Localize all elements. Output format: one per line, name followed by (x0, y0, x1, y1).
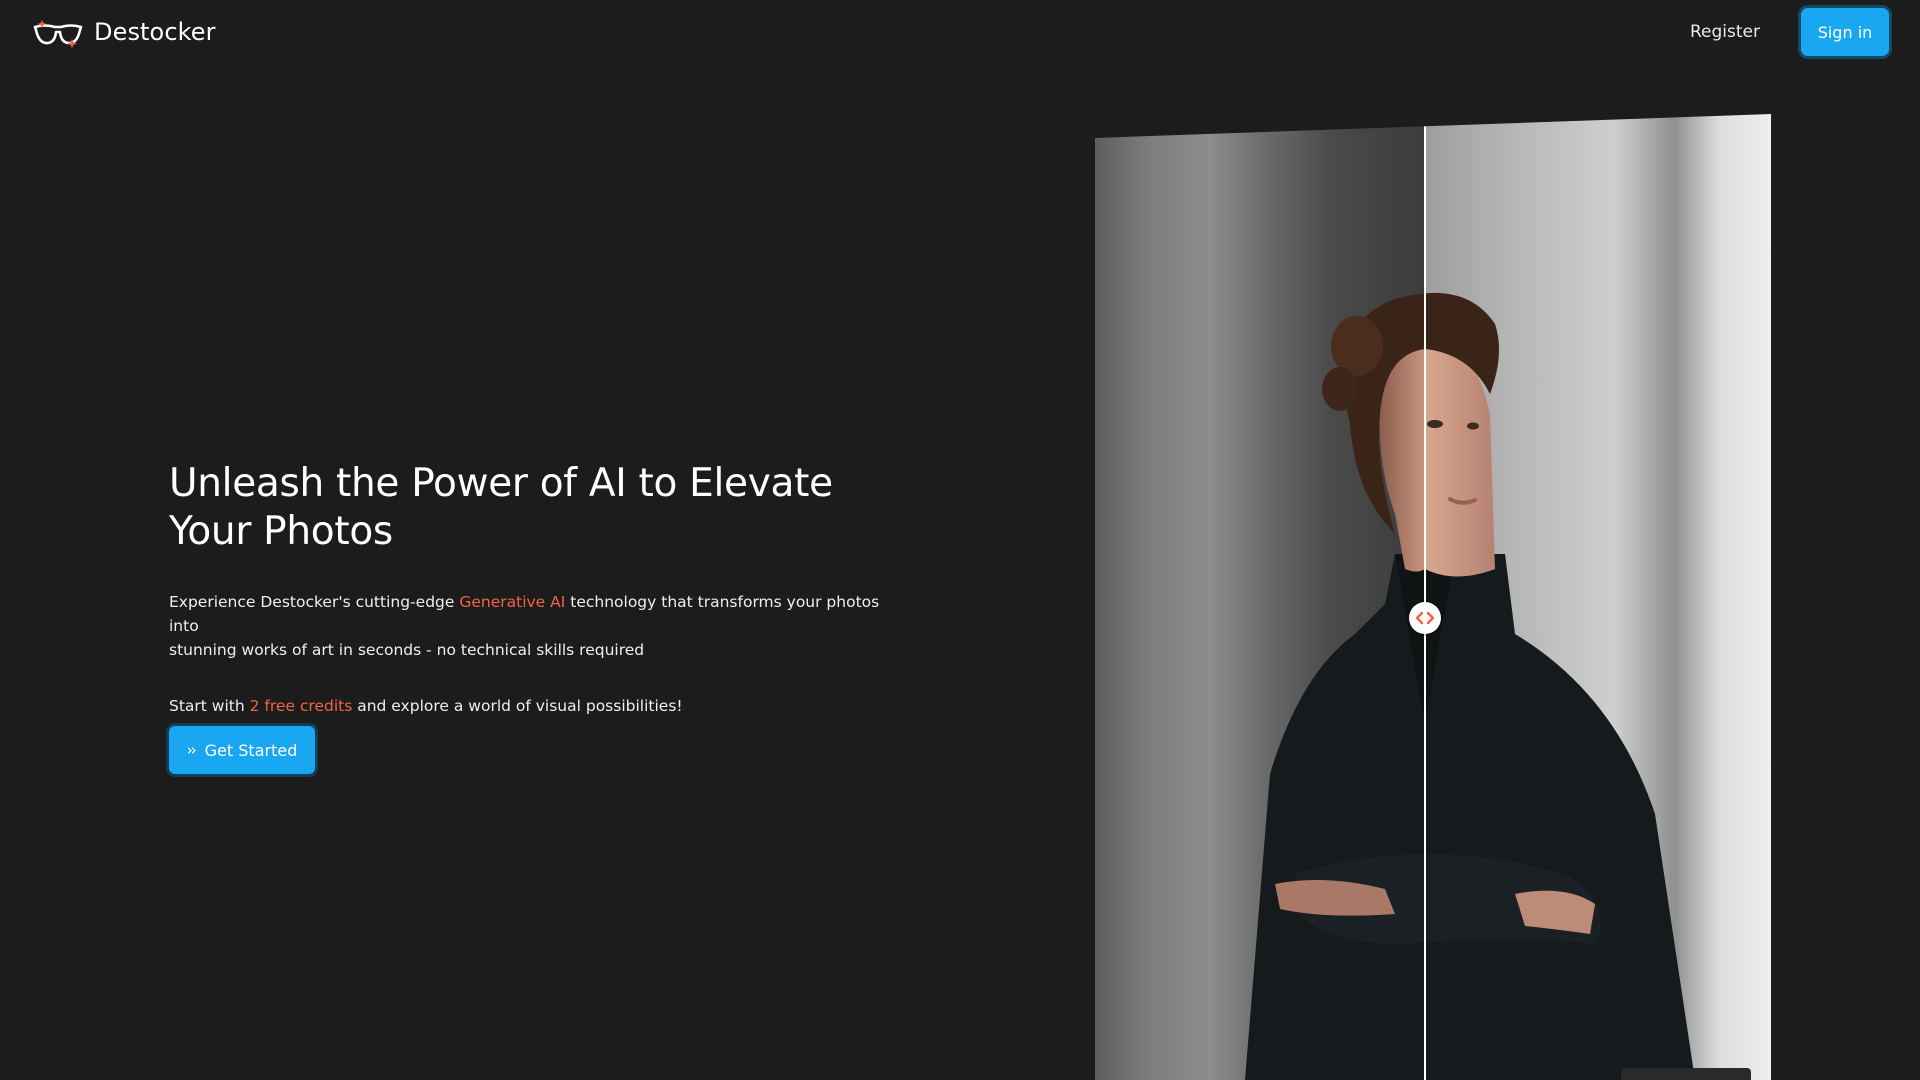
get-started-button[interactable]: ›› Get Started (169, 726, 315, 774)
left-right-arrows-icon (1415, 611, 1435, 625)
hero-description: Experience Destocker's cutting-edge Gene… (169, 590, 909, 662)
brand-name: Destocker (94, 18, 216, 46)
comparison-caption-tab (1621, 1068, 1751, 1080)
hero-headline: Unleash the Power of AI to Elevate Your … (169, 460, 929, 556)
register-link[interactable]: Register (1690, 16, 1760, 48)
sign-in-button[interactable]: Sign in (1801, 8, 1889, 56)
portrait-figure-illustration (1245, 292, 1695, 1080)
generative-ai-highlight: Generative AI (459, 593, 566, 611)
description-suffix-2: stunning works of art in seconds - no te… (169, 641, 645, 659)
brand-logo-link[interactable]: Destocker (32, 12, 216, 52)
before-after-comparison[interactable] (1095, 114, 1771, 1080)
description-prefix: Experience Destocker's cutting-edge (169, 593, 460, 611)
get-started-label: Get Started (204, 740, 298, 760)
top-navigation-bar: Destocker Register Sign in (0, 0, 1920, 64)
headline-line-1: Unleash the Power of AI to Elevate (169, 461, 833, 506)
headline-line-2: Your Photos (169, 509, 393, 554)
comparison-divider (1424, 114, 1426, 1080)
credits-prefix: Start with (169, 697, 250, 715)
free-credits-text: Start with 2 free credits and explore a … (169, 694, 929, 718)
hero-section: Unleash the Power of AI to Elevate Your … (169, 460, 929, 718)
double-chevron-right-icon: ›› (186, 741, 197, 759)
comparison-slider-handle[interactable] (1409, 602, 1441, 634)
glasses-logo-icon (33, 20, 83, 49)
credits-suffix: and explore a world of visual possibilit… (352, 697, 683, 715)
free-credits-highlight: 2 free credits (249, 697, 353, 715)
